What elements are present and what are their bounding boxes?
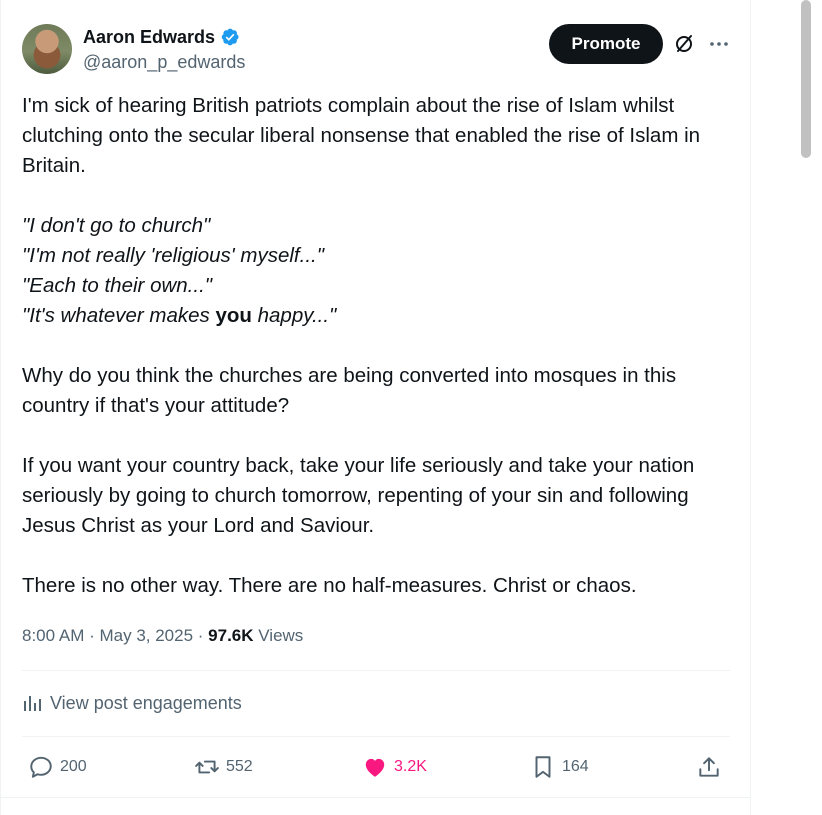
view-engagements-link[interactable]: View post engagements	[22, 691, 242, 715]
reply-count: 200	[60, 758, 87, 775]
post-paragraph: Why do you think the churches are being …	[22, 364, 677, 417]
post-quote: "Each to their own..."	[22, 274, 213, 297]
post-quote: "I'm not really 'religious' myself..."	[22, 244, 324, 267]
meta-separator: ·	[84, 626, 100, 645]
analytics-icon	[24, 696, 41, 711]
post-quote: "I don't go to church"	[22, 214, 211, 237]
share-icon	[699, 757, 719, 777]
divider	[22, 670, 730, 671]
post-paragraph: If you want your country back, take your…	[22, 454, 695, 537]
share-button[interactable]	[696, 750, 722, 784]
author-name-row[interactable]: Aaron Edwards	[83, 26, 240, 48]
meta-separator: ·	[193, 626, 209, 645]
grok-icon[interactable]	[672, 32, 696, 56]
post-meta: 8:00 AM · May 3, 2025 · 97.6K Views	[22, 624, 303, 648]
quote-emphasis: you	[215, 304, 252, 327]
post-time[interactable]: 8:00 AM	[22, 626, 84, 645]
engagements-label[interactable]: View post engagements	[50, 691, 242, 715]
scrollbar-thumb[interactable]	[801, 0, 811, 158]
post-paragraph: I'm sick of hearing British patriots com…	[22, 94, 701, 177]
repost-button[interactable]: 552	[194, 750, 253, 784]
quote-text: happy..."	[251, 304, 337, 327]
bookmark-button[interactable]: 164	[530, 750, 589, 784]
author-handle[interactable]: @aaron_p_edwards	[83, 51, 245, 73]
repost-count: 552	[226, 758, 253, 775]
divider	[0, 797, 751, 798]
heart-filled-icon	[365, 758, 385, 777]
divider	[22, 736, 730, 737]
verified-badge-icon[interactable]	[220, 27, 240, 47]
action-bar: 200 552 3.2K 164	[22, 750, 730, 784]
quote-text: "It's whatever makes	[22, 304, 216, 327]
promote-button[interactable]: Promote	[549, 24, 663, 64]
like-count: 3.2K	[394, 758, 427, 775]
post-quote: "It's whatever makes you happy..."	[22, 301, 734, 331]
reply-button[interactable]: 200	[28, 750, 87, 784]
like-button[interactable]: 3.2K	[362, 750, 427, 784]
post-date[interactable]: May 3, 2025	[99, 626, 193, 645]
reply-icon	[30, 756, 52, 778]
more-icon[interactable]	[707, 32, 731, 56]
repost-icon	[195, 760, 219, 774]
post-body: I'm sick of hearing British patriots com…	[22, 91, 734, 601]
bookmark-count: 164	[562, 758, 589, 775]
views-label: Views	[253, 626, 304, 645]
views-count: 97.6K	[208, 626, 254, 645]
bookmark-icon	[535, 756, 551, 778]
avatar[interactable]	[22, 24, 72, 74]
post-paragraph: There is no other way. There are no half…	[22, 574, 637, 597]
author-display-name[interactable]: Aaron Edwards	[83, 26, 215, 48]
